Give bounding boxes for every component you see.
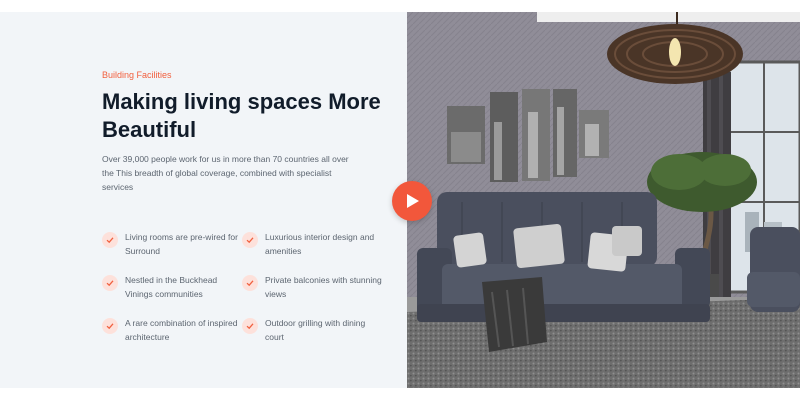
check-icon [242, 275, 258, 291]
section-eyebrow: Building Facilities [102, 70, 172, 80]
feature-text: Living rooms are pre-wired for Surround [125, 232, 238, 256]
section-description: Over 39,000 people work for us in more t… [102, 154, 349, 192]
check-icon [102, 275, 118, 291]
feature-text: Private balconies with stunning views [265, 275, 382, 299]
living-room-photo [407, 12, 800, 388]
check-icon [102, 318, 118, 334]
check-icon [102, 232, 118, 248]
check-icon [242, 232, 258, 248]
play-icon [407, 194, 419, 208]
section-title: Making living spaces More Beautiful [102, 89, 381, 142]
text-panel: Building Facilities Making living spaces… [0, 12, 407, 388]
feature-text: Nestled in the Buckhead Vinings communit… [125, 275, 218, 299]
feature-text: A rare combination of inspired architect… [125, 318, 238, 342]
feature-text: Luxurious interior design and amenities [265, 232, 375, 256]
play-video-button[interactable] [392, 181, 432, 221]
check-icon [242, 318, 258, 334]
living-room-illustration [407, 12, 800, 388]
feature-text: Outdoor grilling with dining court [265, 318, 366, 342]
